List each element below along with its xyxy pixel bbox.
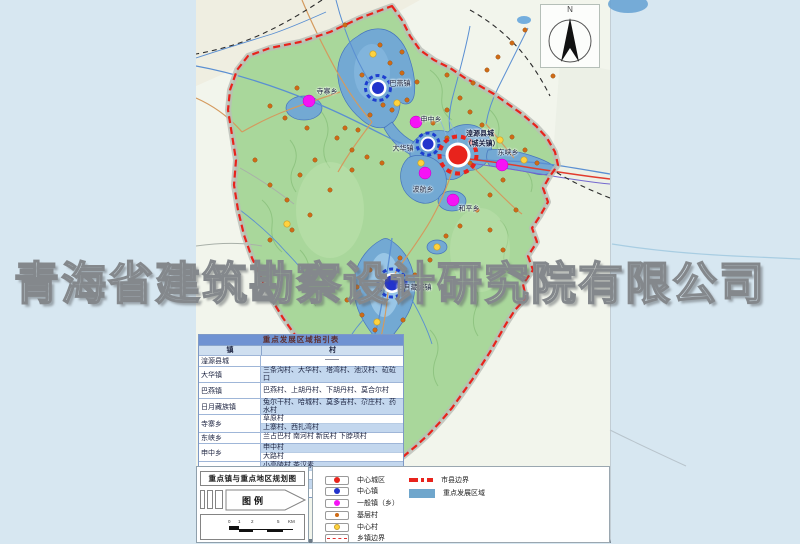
- label-dongxia: 东峡乡: [498, 150, 519, 157]
- label-dahua: 大华镇: [393, 146, 414, 153]
- legend-item-base-village: 基层村: [325, 510, 378, 520]
- legend-item-center-village: 中心村: [325, 522, 378, 532]
- key-dev-area-icon: [409, 489, 435, 498]
- banner-bar: [200, 490, 205, 509]
- legend-item-county-boundary: 市县边界: [409, 475, 469, 485]
- label-bohang: 波航乡: [413, 187, 434, 194]
- scale-label: 2: [251, 520, 254, 525]
- table-header-row: 镇 村: [199, 345, 403, 355]
- legend-banner: 图例: [200, 489, 305, 511]
- label-sizhai: 寺寨乡: [317, 89, 338, 96]
- scale-bar: 0 1 2 5 KM: [200, 514, 305, 540]
- banner-bar: [215, 490, 223, 509]
- table-row: 东峡乡 兰占巴村 南河村 新民村 下脖项村: [199, 432, 403, 443]
- table-title: 重点发展区域指引表: [199, 335, 403, 345]
- col-header-town: 镇: [199, 346, 262, 355]
- general-town-icon: [325, 499, 349, 508]
- label-county-seat: 湟源县城: [466, 131, 494, 138]
- center-city-icon: [325, 476, 349, 485]
- label-shenzhong: 申中乡: [421, 117, 442, 124]
- scale-label: 5: [277, 520, 280, 525]
- compass-box: N: [540, 4, 600, 68]
- table-row: 寺寨乡 草原村 上寨村、西扎湾村: [199, 414, 403, 432]
- table-row: 申中乡 申中村 大路村: [199, 443, 403, 461]
- label-chengguanzhen: （城关镇）: [465, 141, 500, 148]
- township-boundary-icon: [325, 534, 349, 543]
- table-row: 湟源县城 ——: [199, 355, 403, 366]
- label-riyue: 日月藏族镇: [397, 285, 432, 292]
- legend-item-general-town: 一般镇（乡）: [325, 498, 399, 508]
- legend-item-township-boundary: 乡镇边界: [325, 533, 385, 543]
- legend-item-center-city: 中心城区: [325, 475, 385, 485]
- north-arrow-icon: [541, 5, 599, 67]
- center-village-icon: [325, 523, 349, 532]
- county-boundary-icon: [409, 478, 433, 482]
- reservoir: [517, 16, 531, 24]
- table-row: 日月藏族镇 兔尔干村、哈城村、莫多吉村、尕庄村、药水村: [199, 398, 403, 414]
- legend-title: 图例: [226, 490, 282, 510]
- legend-panel: 中心城区 中心镇 一般镇（乡） 基层村 中心村 乡镇边界 市县边界 重点发展区域: [312, 466, 610, 543]
- legend-item-center-town: 中心镇: [325, 486, 378, 496]
- scale-label: 0: [228, 520, 231, 525]
- label-bayan: 巴燕镇: [390, 81, 411, 88]
- background-map-features: [608, 0, 800, 466]
- col-header-village: 村: [262, 346, 403, 355]
- scale-label: 1: [238, 520, 241, 525]
- table-row: 大华镇 三条沟村、大华村、塔湾村、池汉村、砬砬口: [199, 366, 403, 382]
- label-heping: 和平乡: [459, 206, 480, 213]
- banner-bar: [207, 490, 213, 509]
- map-title: 重点镇与重点地区规划图: [200, 471, 305, 486]
- scale-label: KM: [288, 520, 295, 525]
- legend-item-key-dev-area: 重点发展区域: [409, 488, 485, 498]
- map-title-panel: 重点镇与重点地区规划图 图例 0 1 2 5 KM: [196, 466, 309, 543]
- table-row: 巴燕镇 巴燕村、上胡丹村、下胡丹村、莫合尔村: [199, 382, 403, 398]
- base-village-icon: [325, 511, 349, 520]
- center-town-icon: [325, 487, 349, 496]
